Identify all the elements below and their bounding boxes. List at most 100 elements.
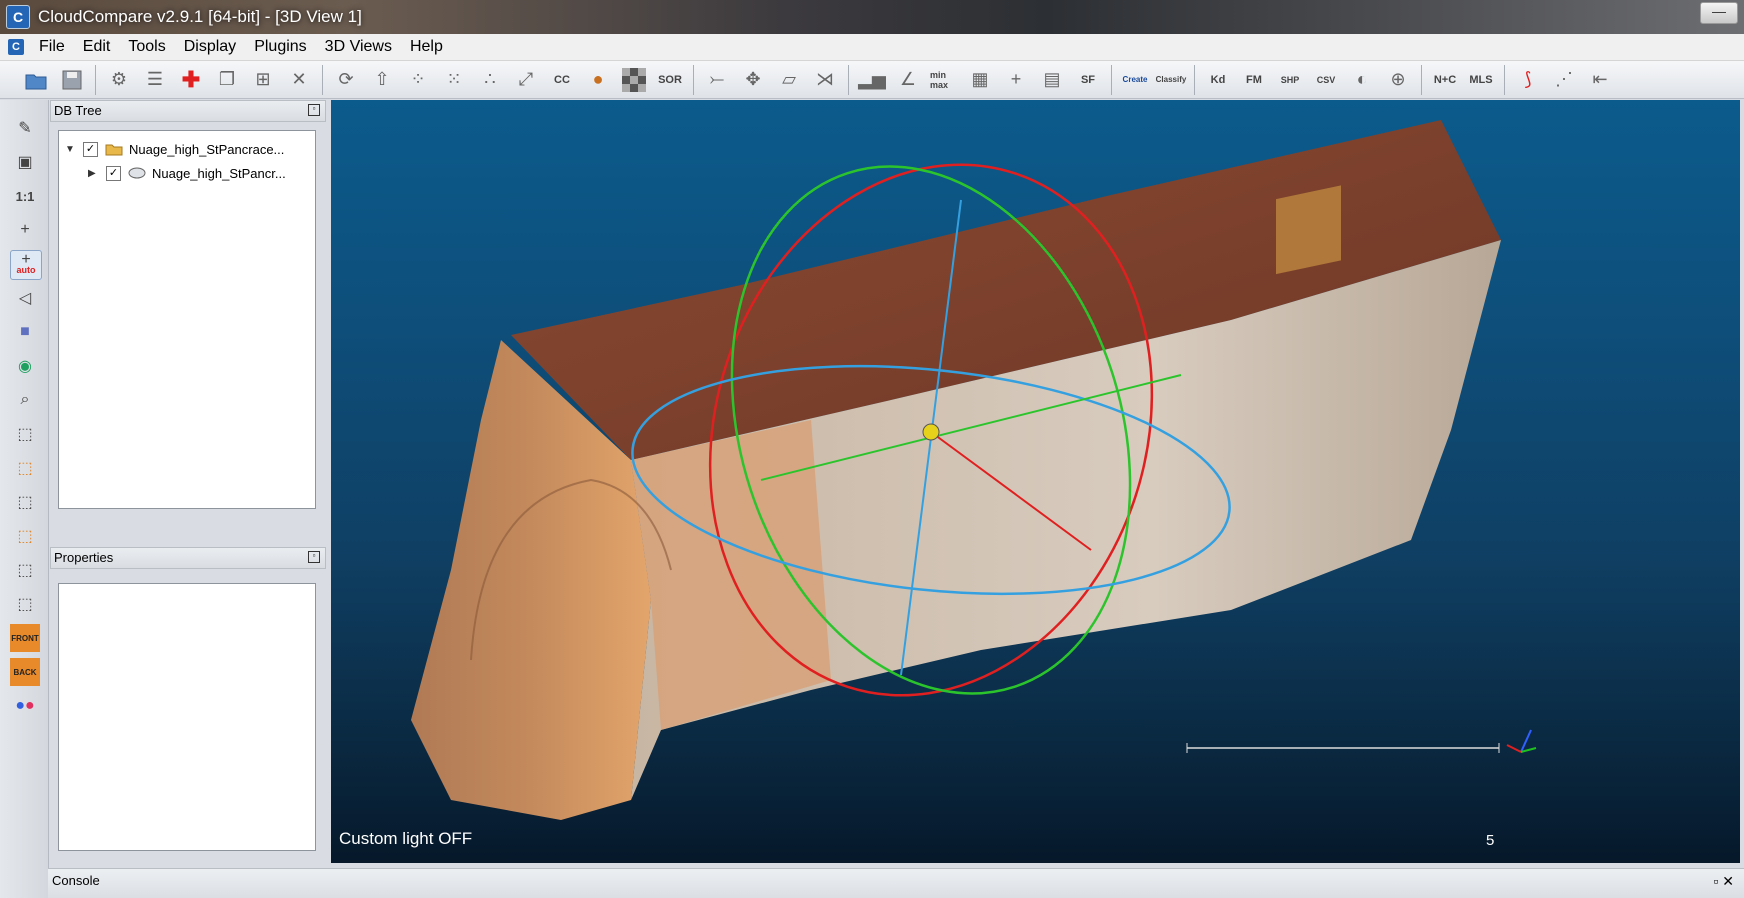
point-cloud-render[interactable] [331, 100, 1740, 863]
clone-icon[interactable]: ❐ [213, 66, 241, 94]
nc-icon[interactable]: N+C [1431, 66, 1459, 94]
3d-view[interactable]: Custom light OFF 5 [331, 100, 1740, 863]
app-menu-icon[interactable]: C [8, 39, 24, 55]
sf-icon[interactable]: SF [1074, 66, 1102, 94]
toolbar-separator [1421, 64, 1422, 95]
float-panel-icon[interactable]: ▫ [308, 104, 320, 116]
translate-icon[interactable]: ⤚ [703, 66, 731, 94]
wrench-icon[interactable]: ✎ [10, 114, 40, 142]
density-icon[interactable]: ⁘ [404, 66, 432, 94]
view-top-icon[interactable]: ⬚ [10, 420, 40, 448]
auto-pivot-button[interactable]: + auto [10, 250, 42, 280]
checkerboard-icon[interactable] [620, 66, 648, 94]
zoom-1-1-button[interactable]: 1:1 [10, 182, 40, 210]
open-icon[interactable] [22, 66, 50, 94]
cloudcompare-logo-icon: C [6, 5, 30, 29]
stereo-icon[interactable]: ● ● [10, 692, 40, 720]
view-right-icon[interactable]: ⬚ [10, 556, 40, 584]
toolbar-separator [693, 64, 694, 95]
db-tree-header: DB Tree ▫ [50, 100, 326, 122]
cc-icon[interactable]: CC [548, 66, 576, 94]
visibility-checkbox[interactable]: ✓ [106, 165, 121, 181]
sor-icon[interactable]: SOR [656, 66, 684, 94]
gradient-icon[interactable]: ∠ [894, 66, 922, 94]
view-left-icon[interactable]: ⬚ [10, 488, 40, 516]
sample-icon[interactable]: ⟳ [332, 66, 360, 94]
light-status-text: Custom light OFF [339, 829, 473, 848]
point-cloud-icon [128, 167, 146, 179]
filter-icon[interactable]: ● [584, 66, 612, 94]
table-icon[interactable]: ▦ [966, 66, 994, 94]
view-front-icon[interactable]: ⬚ [10, 454, 40, 482]
fm-icon[interactable]: FM [1240, 66, 1268, 94]
pie-icon[interactable]: ◐ [1348, 66, 1376, 94]
canupo-classify-icon[interactable]: Classify [1156, 66, 1187, 94]
tree-item-label: Nuage_high_StPancrace... [129, 141, 285, 157]
curve-icon[interactable]: ⟆ [1514, 66, 1542, 94]
view-toolbar: ✎ ▣ 1:1 + + auto ◁ ■ ◉ ⌕ ⬚ ⬚ ⬚ ⬚ ⬚ ⬚ FRO… [0, 100, 49, 898]
save-icon[interactable] [58, 66, 86, 94]
cube-icon[interactable]: ■ [10, 318, 40, 346]
histogram-icon[interactable]: ▂▅ [858, 66, 886, 94]
view-bottom-icon[interactable]: ⬚ [10, 590, 40, 618]
globe-icon[interactable]: ⊕ [1384, 66, 1412, 94]
pivot-icon[interactable]: + [10, 216, 40, 244]
scatter-icon[interactable]: ∴ [476, 66, 504, 94]
min-max-icon[interactable]: min max [930, 66, 958, 94]
camera-icon[interactable]: ▣ [10, 148, 40, 176]
visibility-checkbox[interactable]: ✓ [83, 141, 98, 157]
menu-edit[interactable]: Edit [74, 38, 120, 56]
zoom-icon[interactable]: ⌕ [10, 386, 40, 414]
perspective-icon[interactable]: ◁ [10, 284, 40, 312]
csv-icon[interactable]: CSV [1312, 66, 1340, 94]
tree-item-label: Nuage_high_StPancr... [152, 165, 286, 181]
kd-icon[interactable]: Kd [1204, 66, 1232, 94]
properties-header: Properties ▫ [50, 547, 326, 569]
menu-3d-views[interactable]: 3D Views [316, 38, 401, 56]
expand-icon[interactable]: ▶ [88, 168, 100, 179]
plus-icon[interactable]: + [1002, 66, 1030, 94]
export-icon[interactable]: ⇤ [1586, 66, 1614, 94]
properties-title: Properties [54, 550, 114, 565]
properties-panel [58, 583, 316, 851]
float-panel-icon[interactable]: ▫ [308, 551, 320, 563]
subsample-icon[interactable]: ⇧ [368, 66, 396, 94]
iso-back-button[interactable]: BACK [10, 658, 40, 686]
console-controls[interactable]: ▫ ✕ [1713, 869, 1734, 893]
calculator-icon[interactable]: ▤ [1038, 66, 1066, 94]
menu-help[interactable]: Help [401, 38, 452, 56]
menu-file[interactable]: File [30, 38, 74, 56]
add-point-icon[interactable]: ✚ [177, 66, 205, 94]
noise-icon[interactable]: ⁙ [440, 66, 468, 94]
iso-front-button[interactable]: FRONT [10, 624, 40, 652]
shp-icon[interactable]: SHP [1276, 66, 1304, 94]
gear-icon[interactable]: ⚙ [105, 66, 133, 94]
toolbar-separator [95, 64, 96, 95]
scale-icon[interactable]: ⤢ [512, 66, 540, 94]
merge-icon[interactable]: ⊞ [249, 66, 277, 94]
list-icon[interactable]: ☰ [141, 66, 169, 94]
color-wheel-icon[interactable]: ◉ [10, 352, 40, 380]
minimize-button[interactable]: — [1700, 2, 1738, 24]
pivot-sphere[interactable] [922, 423, 940, 441]
folder-icon [105, 144, 123, 156]
expand-icon[interactable]: ▼ [65, 144, 77, 155]
db-tree-title: DB Tree [54, 103, 102, 118]
delete-icon[interactable]: ✕ [285, 66, 313, 94]
canupo-create-icon[interactable]: Create [1121, 66, 1149, 94]
axis-trihedron-icon [1506, 729, 1537, 753]
toolbar-separator [1504, 64, 1505, 95]
menu-plugins[interactable]: Plugins [245, 38, 315, 56]
align-icon[interactable]: ⋊ [811, 66, 839, 94]
mls-icon[interactable]: MLS [1467, 66, 1495, 94]
move-icon[interactable]: ✥ [739, 66, 767, 94]
view-back-icon[interactable]: ⬚ [10, 522, 40, 550]
menu-tools[interactable]: Tools [119, 38, 174, 56]
pivot-icon: + [21, 251, 31, 268]
toolbar-separator [1111, 64, 1112, 95]
menu-display[interactable]: Display [175, 38, 245, 56]
tree-item-cloud[interactable]: ▶ ✓ Nuage_high_StPancr... [88, 162, 286, 184]
scatter-plot-icon[interactable]: ⋰ [1550, 66, 1578, 94]
tree-item-group[interactable]: ▼ ✓ Nuage_high_StPancrace... [65, 138, 284, 160]
plane-icon[interactable]: ▱ [775, 66, 803, 94]
